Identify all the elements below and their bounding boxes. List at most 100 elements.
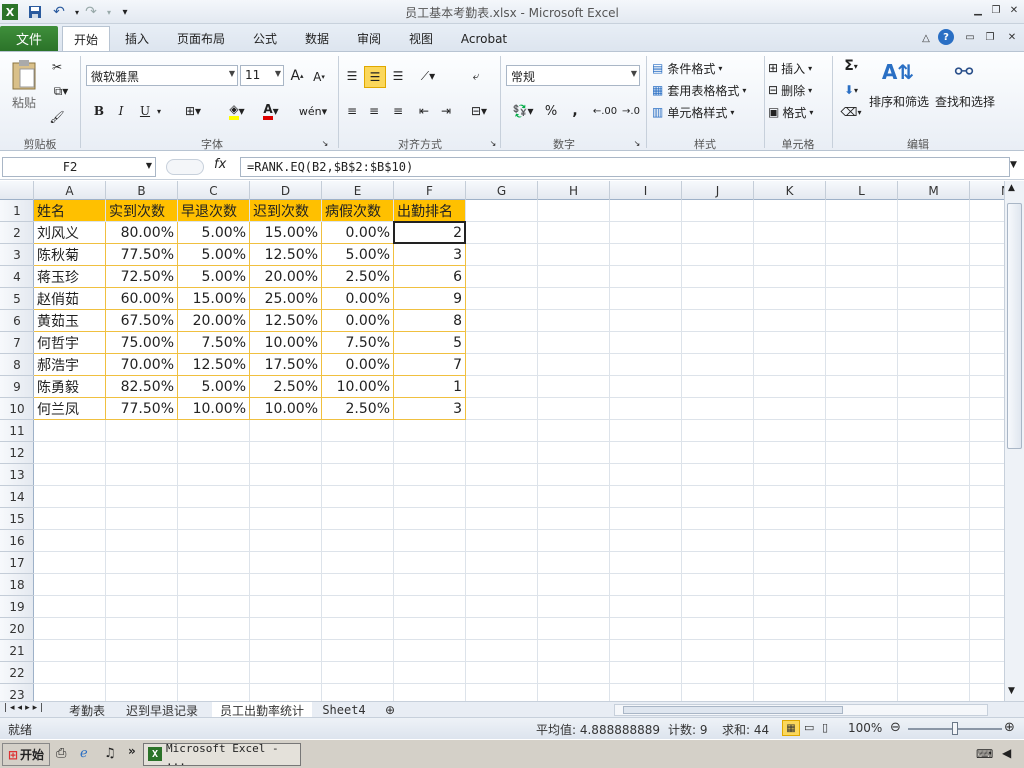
table-cell[interactable]: 15.00%: [178, 288, 250, 310]
table-cell[interactable]: 5: [394, 332, 466, 354]
table-cell[interactable]: 82.50%: [106, 376, 178, 398]
column-header-i[interactable]: I: [610, 181, 682, 200]
wrap-text-icon[interactable]: ⤶: [464, 66, 488, 86]
browser-icon[interactable]: ℯ: [80, 746, 88, 761]
doc-minimize-icon[interactable]: ▭: [962, 29, 978, 45]
column-header-l[interactable]: L: [826, 181, 898, 200]
taskbar-overflow-icon[interactable]: »: [128, 744, 136, 758]
table-cell[interactable]: 17.50%: [250, 354, 322, 376]
format-cells-button[interactable]: ▣ 格式 ▾: [768, 102, 828, 122]
clear-icon[interactable]: ⌫ ▾: [838, 102, 864, 122]
tab-home[interactable]: 开始: [62, 26, 110, 51]
table-cell[interactable]: 5.00%: [178, 376, 250, 398]
minimize-icon[interactable]: ▁: [970, 2, 986, 18]
insert-function-icon[interactable]: fx: [214, 157, 226, 172]
tab-insert[interactable]: 插入: [114, 26, 160, 51]
row-header-17[interactable]: 17: [0, 552, 34, 574]
row-header-3[interactable]: 3: [0, 244, 34, 266]
close-icon[interactable]: ✕: [1006, 2, 1022, 18]
volume-icon[interactable]: ◀: [1002, 746, 1011, 760]
dialog-launcher-icon[interactable]: ↘: [320, 138, 330, 148]
help-icon[interactable]: ?: [938, 29, 954, 45]
cell-styles-button[interactable]: ▥ 单元格样式 ▾: [652, 102, 762, 122]
table-cell[interactable]: 7.50%: [178, 332, 250, 354]
row-header-18[interactable]: 18: [0, 574, 34, 596]
bold-button[interactable]: B: [90, 101, 108, 121]
table-cell[interactable]: 20.00%: [250, 266, 322, 288]
column-header-g[interactable]: G: [466, 181, 538, 200]
align-middle-icon[interactable]: ☰: [364, 66, 386, 88]
worksheet-grid[interactable]: ABCDEFGHIJKLMN 1234567891011121314151617…: [0, 181, 1004, 701]
increase-decimal-icon[interactable]: ← .00: [593, 101, 617, 121]
column-header-h[interactable]: H: [538, 181, 610, 200]
align-right-icon[interactable]: ≡: [388, 101, 408, 121]
row-header-13[interactable]: 13: [0, 464, 34, 486]
row-header-6[interactable]: 6: [0, 310, 34, 332]
zoom-in-icon[interactable]: ⊕: [1004, 720, 1015, 735]
table-cell[interactable]: 5.00%: [178, 222, 250, 244]
undo-icon[interactable]: ↶: [50, 3, 68, 21]
align-center-icon[interactable]: ≡: [364, 101, 384, 121]
font-name-combo[interactable]: 微软雅黑 ▼: [86, 65, 238, 86]
currency-icon[interactable]: 💱▾: [508, 101, 538, 121]
paste-button[interactable]: 粘贴: [8, 94, 40, 110]
row-header-15[interactable]: 15: [0, 508, 34, 530]
table-cell[interactable]: 12.50%: [250, 310, 322, 332]
fill-color-icon[interactable]: ◈ ▾: [222, 101, 252, 121]
column-header-b[interactable]: B: [106, 181, 178, 200]
doc-close-icon[interactable]: ✕: [1004, 29, 1020, 45]
player-icon[interactable]: ♫: [104, 746, 116, 761]
row-header-5[interactable]: 5: [0, 288, 34, 310]
formula-bar-expander[interactable]: [166, 159, 204, 175]
customize-toolbar-icon[interactable]: ▾: [116, 3, 134, 21]
dialog-launcher-icon[interactable]: ↘: [488, 138, 498, 148]
table-header-cell[interactable]: 迟到次数: [250, 200, 322, 222]
tab-file[interactable]: 文件: [0, 26, 58, 51]
table-cell[interactable]: 9: [394, 288, 466, 310]
table-cell[interactable]: 7: [394, 354, 466, 376]
tab-data[interactable]: 数据: [294, 26, 340, 51]
table-cell[interactable]: 0.00%: [322, 288, 394, 310]
table-cell[interactable]: 黄茹玉: [34, 310, 106, 332]
table-cell[interactable]: 10.00%: [250, 398, 322, 420]
column-header-j[interactable]: J: [682, 181, 754, 200]
table-cell[interactable]: 2.50%: [250, 376, 322, 398]
column-header-e[interactable]: E: [322, 181, 394, 200]
zoom-out-icon[interactable]: ⊖: [890, 720, 901, 735]
page-layout-view-icon[interactable]: ▭: [804, 721, 814, 734]
column-header-c[interactable]: C: [178, 181, 250, 200]
table-cell[interactable]: 5.00%: [178, 244, 250, 266]
table-cell[interactable]: 67.50%: [106, 310, 178, 332]
table-cell[interactable]: 10.00%: [322, 376, 394, 398]
column-header-k[interactable]: K: [754, 181, 826, 200]
taskbar-excel-item[interactable]: X Microsoft Excel - ...: [143, 742, 301, 768]
new-sheet-icon[interactable]: ⊕: [378, 702, 402, 718]
normal-view-icon[interactable]: ▦: [782, 720, 800, 736]
table-cell[interactable]: 6: [394, 266, 466, 288]
table-cell[interactable]: 3: [394, 244, 466, 266]
save-icon[interactable]: [26, 3, 44, 21]
decrease-decimal-icon[interactable]: →.0: [620, 101, 642, 121]
table-cell[interactable]: 赵俏茹: [34, 288, 106, 310]
table-cell[interactable]: 5.00%: [322, 244, 394, 266]
vertical-scroll-thumb[interactable]: [1007, 203, 1022, 449]
table-cell[interactable]: 何兰凤: [34, 398, 106, 420]
fill-icon[interactable]: ⬇ ▾: [838, 80, 864, 100]
table-cell[interactable]: 25.00%: [250, 288, 322, 310]
doc-restore-icon[interactable]: ❐: [982, 29, 998, 45]
tab-page-layout[interactable]: 页面布局: [168, 26, 234, 51]
keyboard-icon[interactable]: ⌨: [976, 747, 993, 761]
merge-center-icon[interactable]: ⊟▾: [464, 101, 494, 121]
horizontal-scroll-thumb[interactable]: [623, 706, 843, 714]
sheet-tab-attendance[interactable]: 考勤表: [62, 702, 112, 718]
row-header-10[interactable]: 10: [0, 398, 34, 420]
table-cell[interactable]: 60.00%: [106, 288, 178, 310]
restore-icon[interactable]: ❐: [988, 2, 1004, 18]
table-cell[interactable]: 何哲宇: [34, 332, 106, 354]
autosum-icon[interactable]: Σ ▾: [838, 56, 864, 76]
sort-filter-button[interactable]: 排序和筛选: [868, 92, 930, 110]
table-cell[interactable]: 80.00%: [106, 222, 178, 244]
table-cell[interactable]: 12.50%: [250, 244, 322, 266]
table-cell[interactable]: 1: [394, 376, 466, 398]
sheet-nav-icon[interactable]: |◂◂▸▸|: [4, 703, 46, 713]
